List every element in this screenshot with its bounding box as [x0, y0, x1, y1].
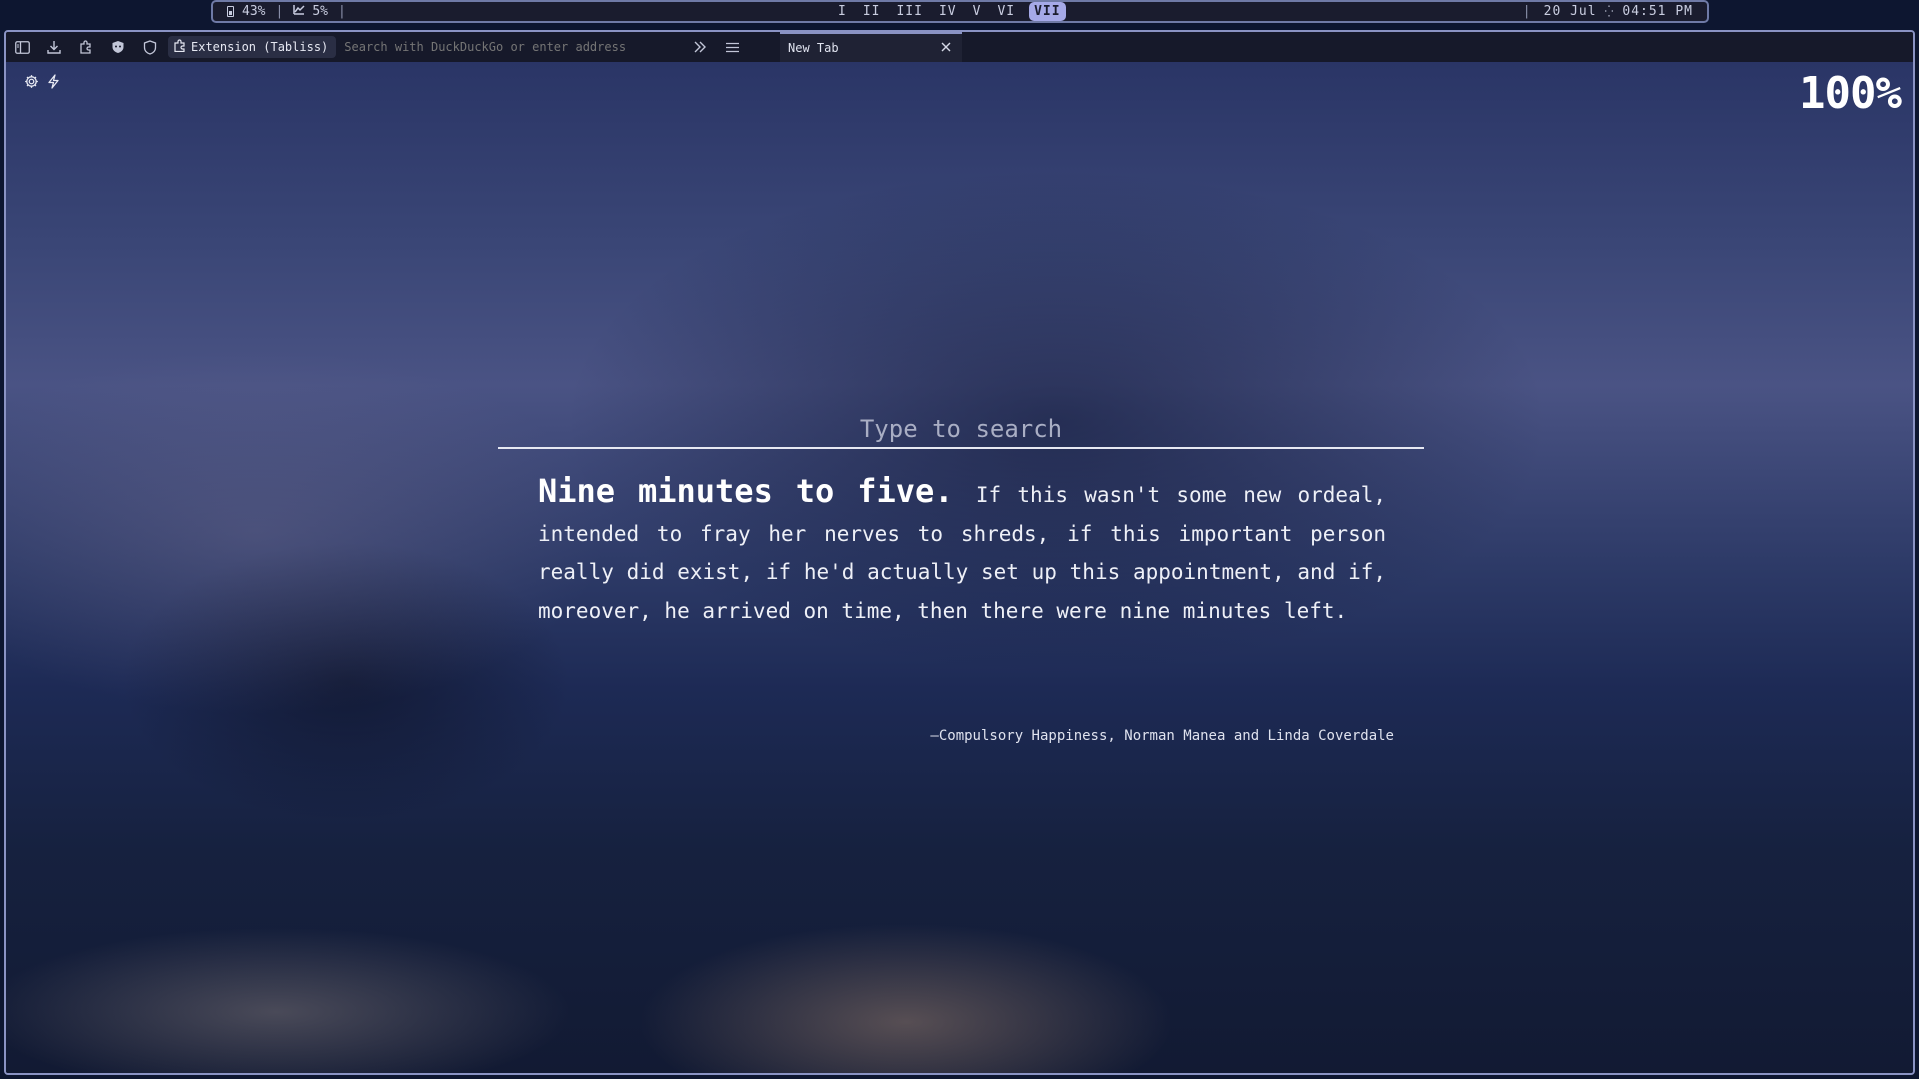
browser-window: Extension (Tabliss) New Tab 100% [4, 30, 1915, 1075]
bolt-icon[interactable] [47, 74, 60, 93]
close-icon[interactable] [938, 39, 954, 55]
extension-label: Extension (Tabliss) [191, 40, 329, 54]
puzzle-icon [174, 39, 186, 55]
sidebar-icon[interactable] [6, 32, 38, 62]
quote-attribution: —Compulsory Happiness, Norman Manea and … [930, 728, 1394, 744]
workspace-2[interactable]: II [855, 2, 889, 21]
status-bar: 43% | 5% | I II III IV V VI VII | 20 Jul… [211, 0, 1709, 23]
cpu-value: 5% [312, 4, 328, 19]
separator: | [337, 4, 346, 19]
separator: | [1522, 4, 1532, 19]
dashboard-controls [24, 74, 60, 93]
workspace-5[interactable]: V [965, 2, 990, 21]
battery-value: 43% [242, 4, 266, 19]
chevrons-right-icon[interactable] [684, 32, 716, 62]
cpu-chart-icon [293, 2, 305, 21]
extension-icon[interactable] [70, 32, 102, 62]
shield-icon[interactable] [134, 32, 166, 62]
new-tab-page: 100% Nine minutes to five. If this wasn'… [6, 62, 1913, 1073]
privacy-badger-icon[interactable] [102, 32, 134, 62]
tab-new-tab[interactable]: New Tab [780, 32, 962, 62]
download-icon[interactable] [38, 32, 70, 62]
quote-lead: Nine minutes to five. [538, 472, 954, 510]
search-input[interactable] [498, 411, 1424, 447]
workspace-1[interactable]: I [830, 2, 855, 21]
extension-identity-pill[interactable]: Extension (Tabliss) [168, 36, 337, 58]
date-text: 20 Jul [1543, 4, 1597, 19]
time-text: 04:51 PM [1622, 4, 1693, 19]
clock-icon: ⁛ [1604, 5, 1615, 18]
status-left: 43% | 5% | [227, 2, 350, 21]
search-widget [498, 411, 1424, 449]
hamburger-icon[interactable] [716, 32, 748, 62]
workspace-7-active[interactable]: VII [1029, 2, 1066, 21]
tab-title: New Tab [788, 41, 839, 55]
workspace-6[interactable]: VI [989, 2, 1023, 21]
browser-toolbar: Extension (Tabliss) New Tab [6, 32, 1913, 62]
zoom-level: 100% [1799, 68, 1902, 119]
quote-widget: Nine minutes to five. If this wasn't som… [538, 472, 1386, 630]
separator: | [275, 4, 284, 19]
workspace-3[interactable]: III [888, 2, 930, 21]
gear-icon[interactable] [24, 74, 39, 93]
workspace-switcher: I II III IV V VI VII [830, 2, 1066, 21]
battery-icon [227, 6, 234, 17]
address-bar[interactable] [336, 35, 677, 59]
workspace-4[interactable]: IV [931, 2, 965, 21]
status-right: | 20 Jul ⁛ 04:51 PM [1519, 2, 1693, 21]
